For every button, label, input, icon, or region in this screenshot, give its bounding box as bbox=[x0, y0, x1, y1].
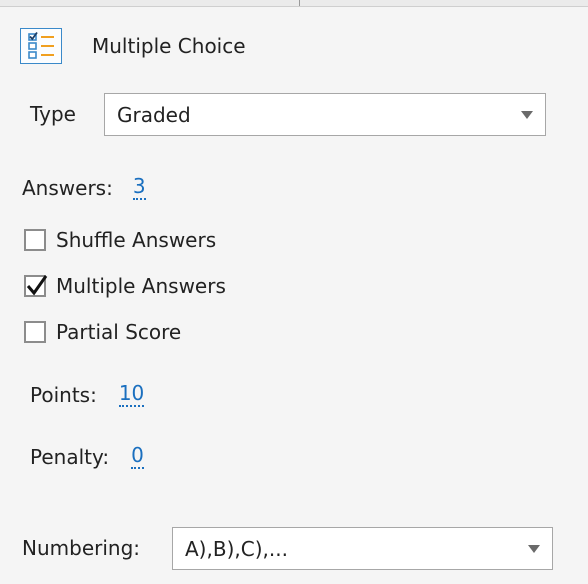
checkmark-icon bbox=[26, 275, 48, 296]
penalty-label: Penalty: bbox=[30, 445, 110, 469]
multiple-answers-checkbox[interactable] bbox=[24, 275, 48, 297]
chevron-down-icon[interactable] bbox=[516, 544, 552, 554]
type-select-value: Graded bbox=[117, 102, 191, 127]
numbering-label: Numbering: bbox=[22, 536, 141, 560]
penalty-row: Penalty: 0 bbox=[30, 443, 144, 471]
points-label: Points: bbox=[30, 383, 97, 407]
numbering-select[interactable]: A),B),C),... bbox=[172, 527, 553, 570]
shuffle-answers-checkbox[interactable] bbox=[24, 229, 46, 251]
shuffle-answers-option[interactable]: Shuffle Answers bbox=[24, 228, 216, 252]
answers-value[interactable]: 3 bbox=[132, 176, 146, 200]
top-tab-strip bbox=[0, 0, 588, 7]
type-select[interactable]: Graded bbox=[104, 93, 546, 136]
multiple-answers-option[interactable]: Multiple Answers bbox=[24, 274, 226, 298]
partial-score-option[interactable]: Partial Score bbox=[24, 320, 181, 344]
partial-score-checkbox[interactable] bbox=[24, 321, 46, 343]
type-label: Type bbox=[30, 102, 76, 126]
answers-label: Answers: bbox=[22, 176, 113, 200]
partial-score-label: Partial Score bbox=[56, 320, 182, 344]
panel-header: Multiple Choice bbox=[20, 26, 246, 66]
panel-title: Multiple Choice bbox=[92, 34, 246, 58]
checklist-icon bbox=[20, 28, 62, 64]
penalty-value[interactable]: 0 bbox=[131, 445, 144, 469]
answers-row: Answers: 3 bbox=[22, 174, 146, 202]
tab-divider bbox=[299, 0, 300, 6]
chevron-down-icon[interactable] bbox=[509, 110, 545, 120]
points-row: Points: 10 bbox=[30, 381, 145, 409]
points-value[interactable]: 10 bbox=[118, 383, 145, 407]
multiple-answers-label: Multiple Answers bbox=[56, 274, 226, 298]
type-row: Type bbox=[30, 100, 76, 128]
numbering-select-value: A),B),C),... bbox=[185, 536, 288, 561]
numbering-row: Numbering: bbox=[22, 534, 140, 562]
shuffle-answers-label: Shuffle Answers bbox=[56, 228, 217, 252]
